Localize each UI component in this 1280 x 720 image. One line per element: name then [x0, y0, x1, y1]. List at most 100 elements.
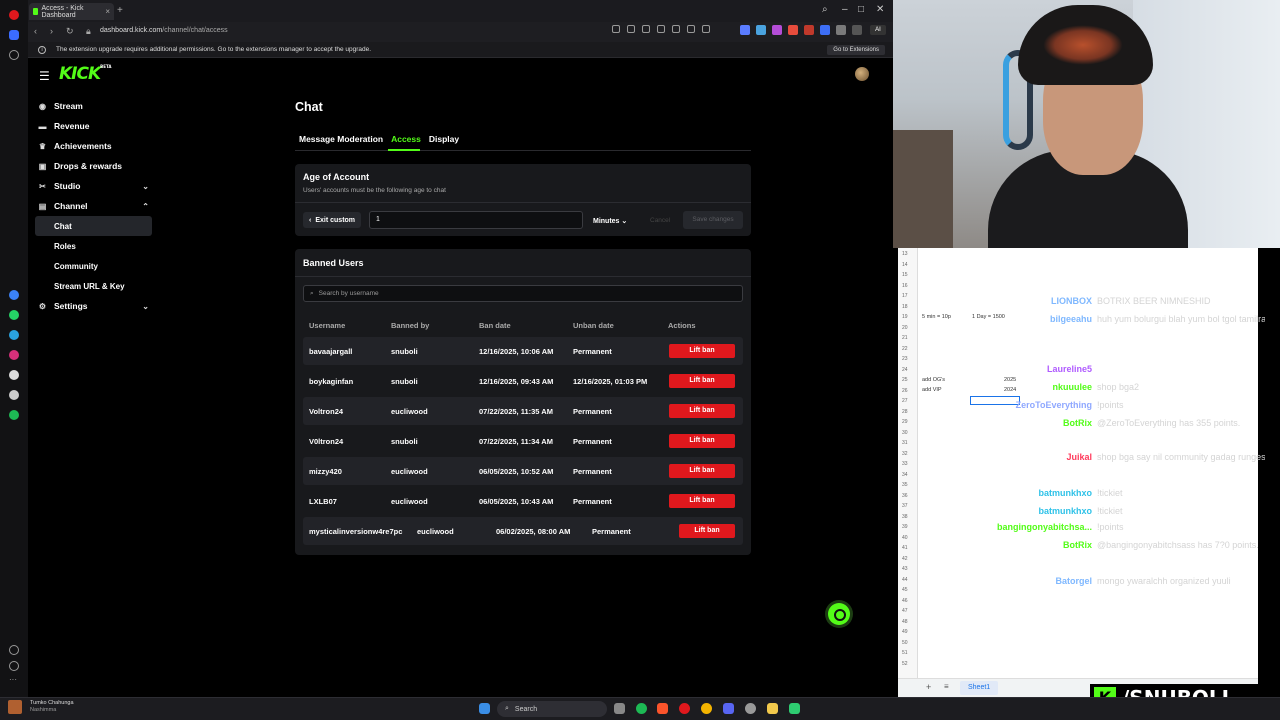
row-number[interactable]: 29 [902, 419, 908, 425]
taskbar-user[interactable]: Tumko Chahunga Nashimma [30, 700, 74, 714]
folder-icon[interactable] [767, 703, 778, 714]
chevron-down-icon[interactable]: ⌄ [142, 302, 149, 311]
row-number[interactable]: 46 [902, 598, 908, 604]
extension-icon-1[interactable] [740, 25, 750, 35]
tiktok-icon[interactable] [9, 370, 19, 380]
user-avatar[interactable] [855, 67, 869, 81]
chrome-icon[interactable] [701, 703, 712, 714]
history-icon[interactable] [9, 661, 19, 671]
settings-icon[interactable] [745, 703, 756, 714]
lift-ban-button[interactable]: Lift ban [669, 494, 735, 508]
row-number[interactable]: 16 [902, 283, 908, 289]
maximize-icon[interactable]: □ [858, 4, 864, 15]
lift-ban-button[interactable]: Lift ban [669, 344, 735, 358]
row-number[interactable]: 34 [902, 472, 908, 478]
opera-logo-icon[interactable] [9, 10, 19, 20]
cell-r19a[interactable]: 5 min = 10p [922, 314, 951, 320]
lift-ban-button[interactable]: Lift ban [679, 524, 735, 538]
row-number[interactable]: 14 [902, 262, 908, 268]
sidebar-item-roles[interactable]: Roles [28, 236, 153, 256]
lift-ban-button[interactable]: Lift ban [669, 464, 735, 478]
reload-icon[interactable]: ↻ [66, 26, 74, 37]
chat-username[interactable]: bangingonyabitchsa... [960, 522, 1092, 532]
row-number[interactable]: 35 [902, 482, 908, 488]
row-number[interactable]: 19 [902, 314, 908, 320]
row-number[interactable]: 20 [902, 325, 908, 331]
windows-start-icon[interactable] [479, 703, 490, 714]
row-number[interactable]: 24 [902, 367, 908, 373]
chat-username[interactable]: Juikal [960, 452, 1092, 462]
cell-r25a[interactable]: add OG's [922, 377, 945, 383]
instagram-icon[interactable] [9, 350, 19, 360]
sidebar-item-revenue[interactable]: ▬ Revenue [28, 116, 153, 136]
telegram-icon[interactable] [9, 330, 19, 340]
sheet-tab[interactable]: Sheet1 [960, 681, 999, 695]
tab-display[interactable]: Display [429, 134, 459, 144]
menu-icon[interactable]: ☰ [39, 69, 50, 83]
row-number[interactable]: 45 [902, 587, 908, 593]
search-input[interactable]: ⌕ Search by username [303, 285, 743, 302]
minimize-icon[interactable]: – [842, 4, 848, 15]
taskbar-search[interactable]: ⌕ Search [497, 701, 607, 717]
sidebar-item-stream-url[interactable]: Stream URL & Key [28, 276, 153, 296]
spotify-icon[interactable] [636, 703, 647, 714]
heart-icon[interactable] [672, 25, 680, 33]
vpn-icon[interactable] [702, 25, 710, 33]
row-number[interactable]: 42 [902, 556, 908, 562]
close-tab-icon[interactable]: × [105, 7, 110, 16]
lift-ban-button[interactable]: Lift ban [669, 404, 735, 418]
sidebar-item-stream[interactable]: ◉ Stream [28, 96, 153, 116]
row-number[interactable]: 40 [902, 535, 908, 541]
row-number[interactable]: 39 [902, 524, 908, 530]
back-icon[interactable]: ‹ [34, 26, 37, 36]
x-icon[interactable] [9, 390, 19, 400]
row-number[interactable]: 18 [902, 304, 908, 310]
share-icon[interactable] [612, 25, 620, 33]
row-number[interactable]: 50 [902, 640, 908, 646]
camera-icon[interactable] [627, 25, 635, 33]
sidebar-item-chat[interactable]: Chat [35, 216, 152, 236]
chat-username[interactable]: Laureline5 [960, 364, 1092, 374]
chevron-down-icon[interactable]: ⌄ [142, 182, 149, 191]
row-number[interactable]: 26 [902, 388, 908, 394]
chat-username[interactable]: Batorgel [960, 576, 1092, 586]
tab-message-moderation[interactable]: Message Moderation [299, 134, 383, 144]
row-number[interactable]: 37 [902, 503, 908, 509]
row-number[interactable]: 38 [902, 514, 908, 520]
row-number[interactable]: 15 [902, 272, 908, 278]
chat-username[interactable]: LIONBOX [960, 296, 1092, 306]
home-icon[interactable] [9, 30, 19, 40]
search-tabs-icon[interactable]: ⌕ [822, 4, 828, 15]
extension-icon-6[interactable] [820, 25, 830, 35]
opera-icon[interactable] [679, 703, 690, 714]
row-number[interactable]: 22 [902, 346, 908, 352]
tab-access[interactable]: Access [391, 134, 421, 144]
more-icon[interactable]: ··· [9, 676, 19, 687]
row-number[interactable]: 25 [902, 377, 908, 383]
row-number[interactable]: 52 [902, 661, 908, 667]
chat-username[interactable]: BotRix [960, 540, 1092, 550]
row-number[interactable]: 36 [902, 493, 908, 499]
chat-username[interactable]: ZeroToEverything [960, 400, 1092, 410]
row-number[interactable]: 27 [902, 398, 908, 404]
extension-icon-2[interactable] [756, 25, 766, 35]
row-number[interactable]: 28 [902, 409, 908, 415]
messenger-icon[interactable] [9, 290, 19, 300]
chat-username[interactable]: BotRix [960, 418, 1092, 428]
close-window-icon[interactable]: ✕ [876, 4, 884, 15]
app-icon[interactable] [789, 703, 800, 714]
row-number[interactable]: 30 [902, 430, 908, 436]
discord-icon[interactable] [723, 703, 734, 714]
row-number[interactable]: 43 [902, 566, 908, 572]
lift-ban-button[interactable]: Lift ban [669, 374, 735, 388]
url-text[interactable]: dashboard.kick.com/channel/chat/access [100, 27, 228, 34]
exit-custom-button[interactable]: ‹ Exit custom [303, 212, 362, 228]
row-number[interactable]: 21 [902, 335, 908, 341]
sidebar-item-settings[interactable]: ⚙ Settings ⌄ [28, 296, 153, 316]
sidebar-item-achievements[interactable]: ♛ Achievements [28, 136, 153, 156]
cancel-button[interactable]: Cancel [650, 217, 670, 224]
row-number[interactable]: 17 [902, 293, 908, 299]
row-number[interactable]: 33 [902, 461, 908, 467]
sidebar-item-community[interactable]: Community [28, 256, 153, 276]
whatsapp-icon[interactable] [9, 310, 19, 320]
